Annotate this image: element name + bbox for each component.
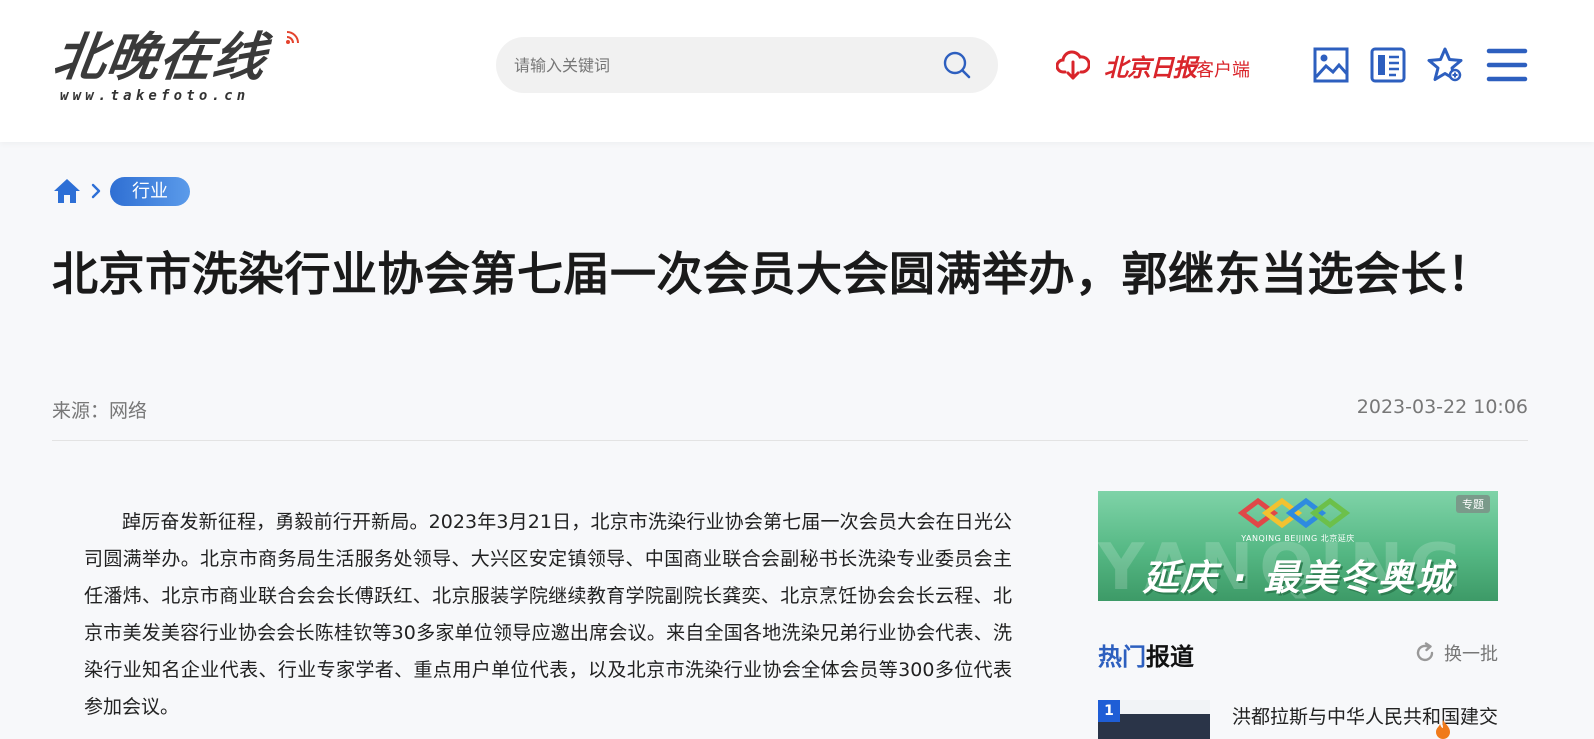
article-date: 2023-03-22 10:06 bbox=[1356, 396, 1528, 418]
site-logo[interactable]: 北晚在线 www.takefoto.cn bbox=[50, 28, 314, 108]
refresh-button[interactable]: 换一批 bbox=[1414, 640, 1498, 666]
search-bar bbox=[496, 37, 998, 93]
favorite-star-icon[interactable] bbox=[1426, 46, 1464, 84]
image-gallery-icon[interactable] bbox=[1312, 46, 1350, 84]
site-header: 北晚在线 www.takefoto.cn 北京日报客户端 bbox=[0, 0, 1594, 142]
hot-fire-icon bbox=[1436, 720, 1450, 739]
signal-icon bbox=[286, 31, 299, 44]
category-tag[interactable]: 行业 bbox=[110, 176, 190, 206]
menu-icon[interactable] bbox=[1486, 46, 1528, 84]
cloud-download-icon bbox=[1056, 50, 1090, 80]
logo-url: www.takefoto.cn bbox=[60, 88, 250, 104]
yanqing-emblem-icon bbox=[1238, 497, 1351, 529]
chevron-right-icon bbox=[91, 183, 101, 199]
breadcrumb: 行业 bbox=[52, 176, 190, 206]
article-body: 踔厉奋发新征程，勇毅前行开新局。2023年3月21日，北京市洗染行业协会第七届一… bbox=[84, 504, 1012, 726]
article-title: 北京市洗染行业协会第七届一次会员大会圆满举办，郭继东当选会长！ bbox=[52, 247, 1494, 301]
hot-news-title: 洪都拉斯与中华人民共和国建交 bbox=[1232, 706, 1498, 728]
app-download-link[interactable]: 北京日报客户端 bbox=[1056, 44, 1256, 86]
banner-badge: 专题 bbox=[1456, 495, 1490, 513]
hot-news-thumbnail: 1 bbox=[1098, 700, 1210, 739]
report-icon[interactable] bbox=[1369, 46, 1407, 84]
banner-headline: 延庆 · 最美冬奥城 bbox=[1142, 558, 1454, 599]
search-icon[interactable] bbox=[942, 50, 972, 80]
article-source: 来源：网络 bbox=[52, 400, 148, 422]
banner-subtitle: YANQING BEIJING 北京延庆 bbox=[1241, 534, 1355, 543]
logo-text: 北晚在线 bbox=[49, 28, 271, 88]
home-icon[interactable] bbox=[52, 176, 82, 206]
hot-news-heading: 热门报道 bbox=[1098, 643, 1194, 671]
divider bbox=[52, 440, 1528, 441]
app-name: 北京日报客户端 bbox=[1104, 52, 1250, 82]
promo-banner[interactable]: YANQING 专题 YANQING BEIJING 北京延庆 延庆 · 最美冬… bbox=[1098, 491, 1498, 601]
refresh-icon bbox=[1416, 642, 1434, 662]
article-paragraph: 踔厉奋发新征程，勇毅前行开新局。2023年3月21日，北京市洗染行业协会第七届一… bbox=[84, 511, 1012, 718]
refresh-label: 换一批 bbox=[1444, 644, 1498, 665]
search-input[interactable] bbox=[514, 37, 934, 93]
rank-badge: 1 bbox=[1098, 700, 1120, 722]
